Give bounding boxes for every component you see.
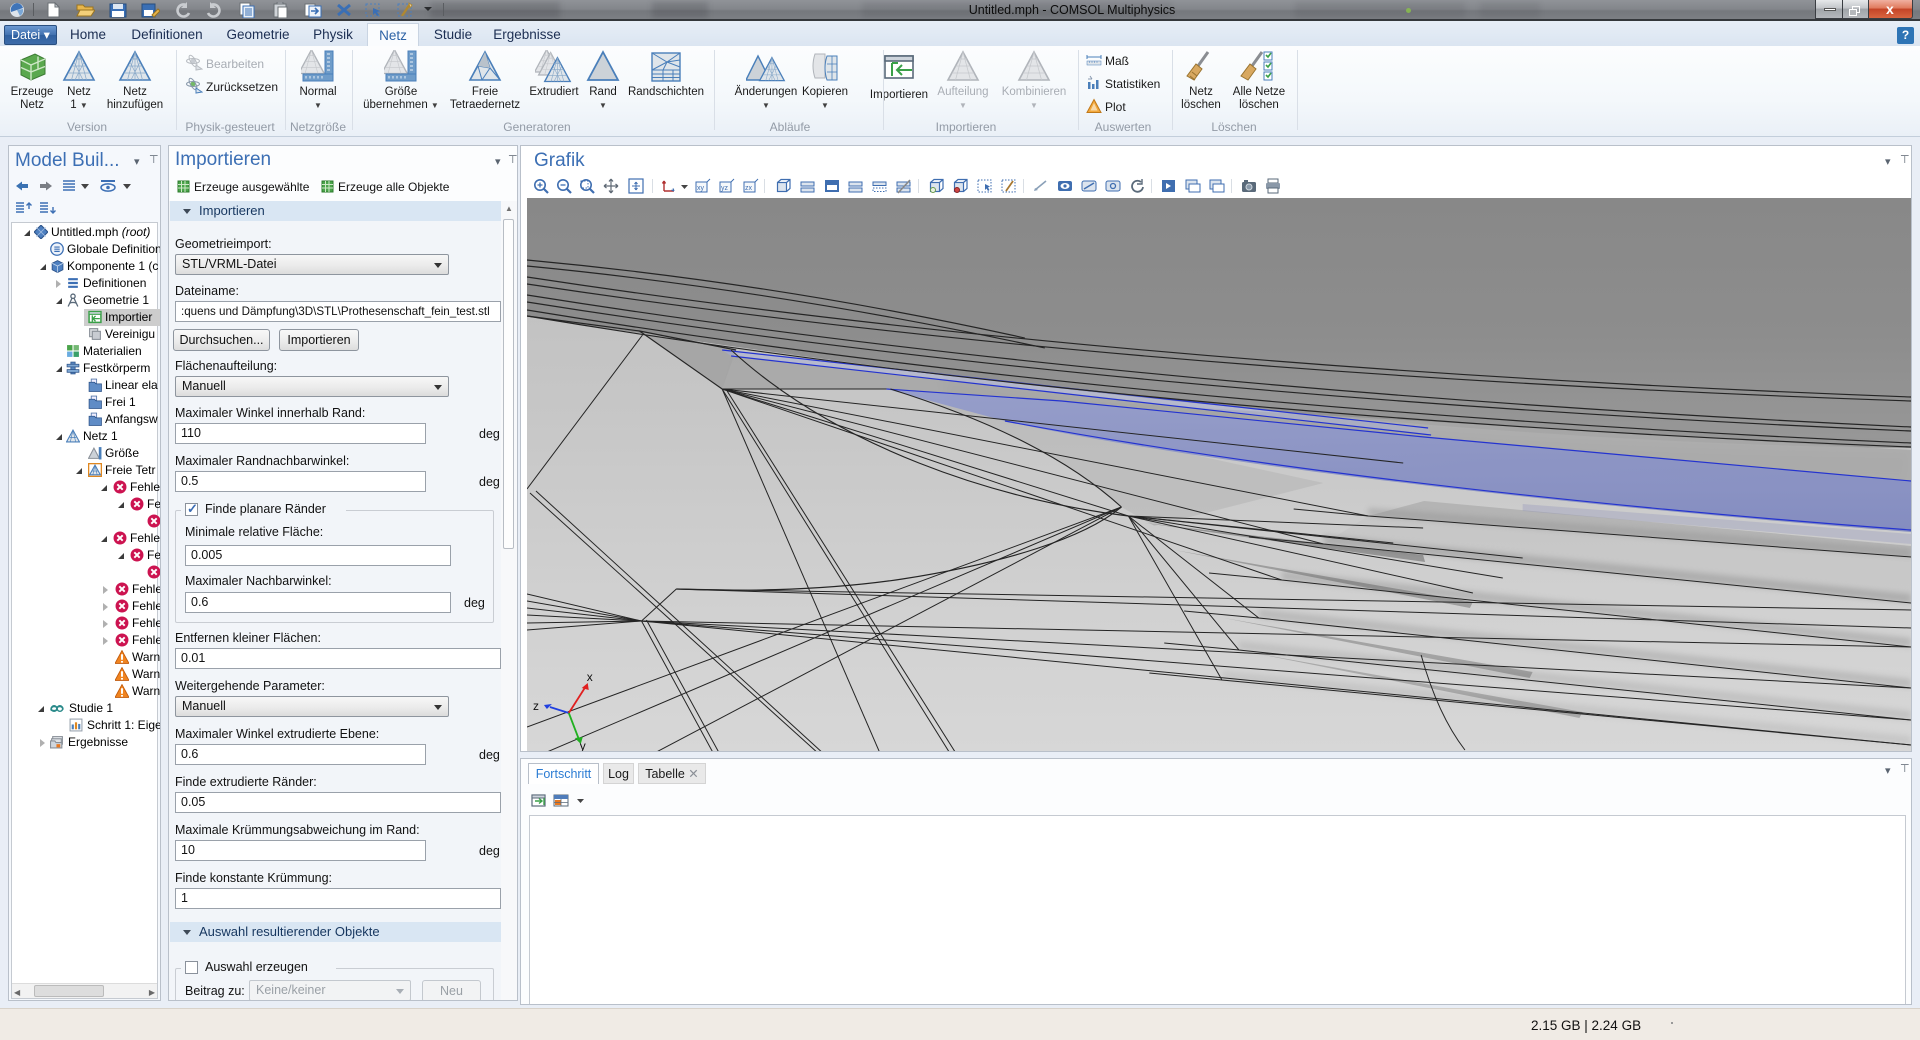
svg-text:zx: zx (745, 185, 753, 192)
svg-text:xy: xy (697, 185, 705, 192)
svg-text:x: x (587, 670, 593, 684)
svg-text:yz: yz (721, 185, 729, 192)
svg-text:y: y (580, 739, 586, 752)
svg-text:z: z (533, 699, 539, 713)
